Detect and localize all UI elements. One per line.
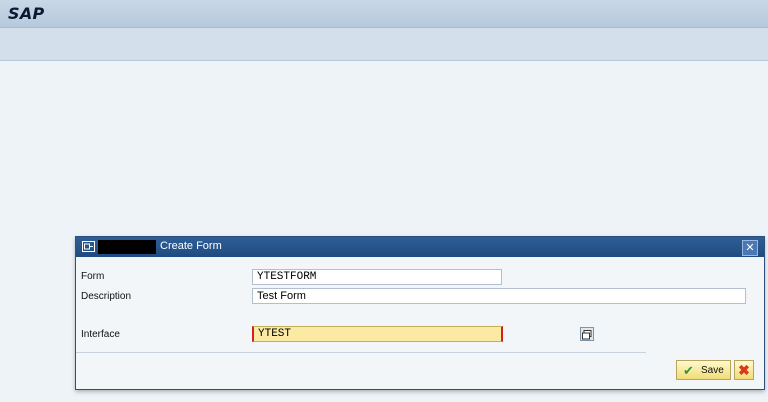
form-field[interactable]: YTESTFORM — [252, 269, 502, 285]
checkmark-icon: ✔ — [683, 363, 694, 378]
redacted-transaction-label — [98, 240, 156, 254]
close-icon: ✕ — [745, 242, 755, 254]
sap-logo: SAP — [8, 4, 45, 23]
dialog-window-icon — [82, 241, 95, 252]
save-button[interactable]: ✔ Save — [676, 360, 731, 380]
dialog-title-bar[interactable]: Create Form ✕ — [76, 237, 764, 257]
dialog-title: Create Form — [160, 240, 222, 252]
cancel-button[interactable]: ✖ — [734, 360, 754, 380]
close-button[interactable]: ✕ — [742, 240, 758, 256]
toolbar-area — [0, 28, 768, 61]
description-label: Description — [81, 291, 132, 302]
cancel-x-icon: ✖ — [738, 362, 750, 378]
separator-line — [76, 352, 646, 353]
create-form-dialog: Create Form ✕ Form YTESTFORM Description… — [75, 236, 765, 390]
value-help-button[interactable] — [580, 327, 594, 341]
sap-header-bar: SAP — [0, 0, 768, 28]
description-field[interactable]: Test Form — [252, 288, 746, 304]
interface-label: Interface — [81, 329, 120, 340]
interface-field[interactable]: YTEST — [252, 326, 503, 342]
value-help-icon — [582, 330, 592, 340]
save-button-label: Save — [701, 365, 724, 376]
form-label: Form — [81, 271, 105, 282]
